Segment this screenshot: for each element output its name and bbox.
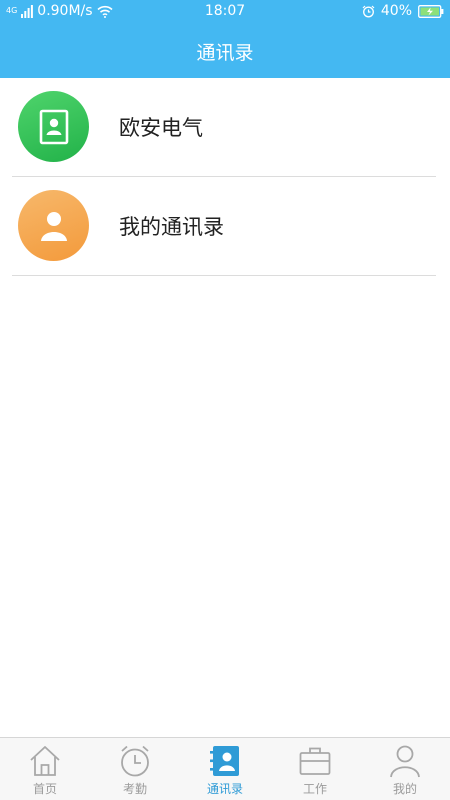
- status-right: 40%: [362, 3, 444, 19]
- tab-label: 我的: [392, 782, 417, 796]
- contact-label: 我的通讯录: [119, 215, 224, 239]
- home-icon: [30, 746, 60, 776]
- tab-work[interactable]: 工作: [270, 738, 360, 800]
- tab-home[interactable]: 首页: [0, 738, 90, 800]
- tab-label: 通讯录: [206, 782, 243, 796]
- battery-percent: 40%: [380, 3, 412, 19]
- list-item-my-contacts[interactable]: 我的通讯录: [0, 177, 450, 276]
- briefcase-icon: [299, 747, 331, 775]
- tab-contacts[interactable]: 通讯录: [180, 738, 270, 800]
- tab-label: 工作: [302, 782, 327, 796]
- bottom-tab-bar: 首页 考勤 通讯录 工作 我的: [0, 737, 450, 800]
- tab-attendance[interactable]: 考勤: [90, 738, 180, 800]
- tab-mine[interactable]: 我的: [360, 738, 450, 800]
- tab-label: 首页: [32, 782, 57, 796]
- contact-label: 欧安电气: [119, 116, 203, 140]
- alarm-icon: [362, 5, 375, 17]
- tab-label: 考勤: [122, 782, 147, 796]
- contacts-icon: [210, 746, 239, 776]
- person-icon: [18, 190, 89, 261]
- list-item-company[interactable]: 欧安电气: [0, 78, 450, 177]
- status-bar: 4G 0.90M/s 18:07 40%: [0, 0, 450, 24]
- user-icon: [390, 745, 420, 778]
- alarm-clock-icon: [121, 745, 149, 777]
- contact-book-icon: [18, 91, 89, 162]
- page-title: 通讯录: [196, 41, 254, 64]
- header-bar: 通讯录: [0, 24, 450, 78]
- battery-icon: [418, 4, 444, 18]
- contact-list: 欧安电气 我的通讯录: [0, 78, 450, 276]
- divider: [12, 275, 436, 276]
